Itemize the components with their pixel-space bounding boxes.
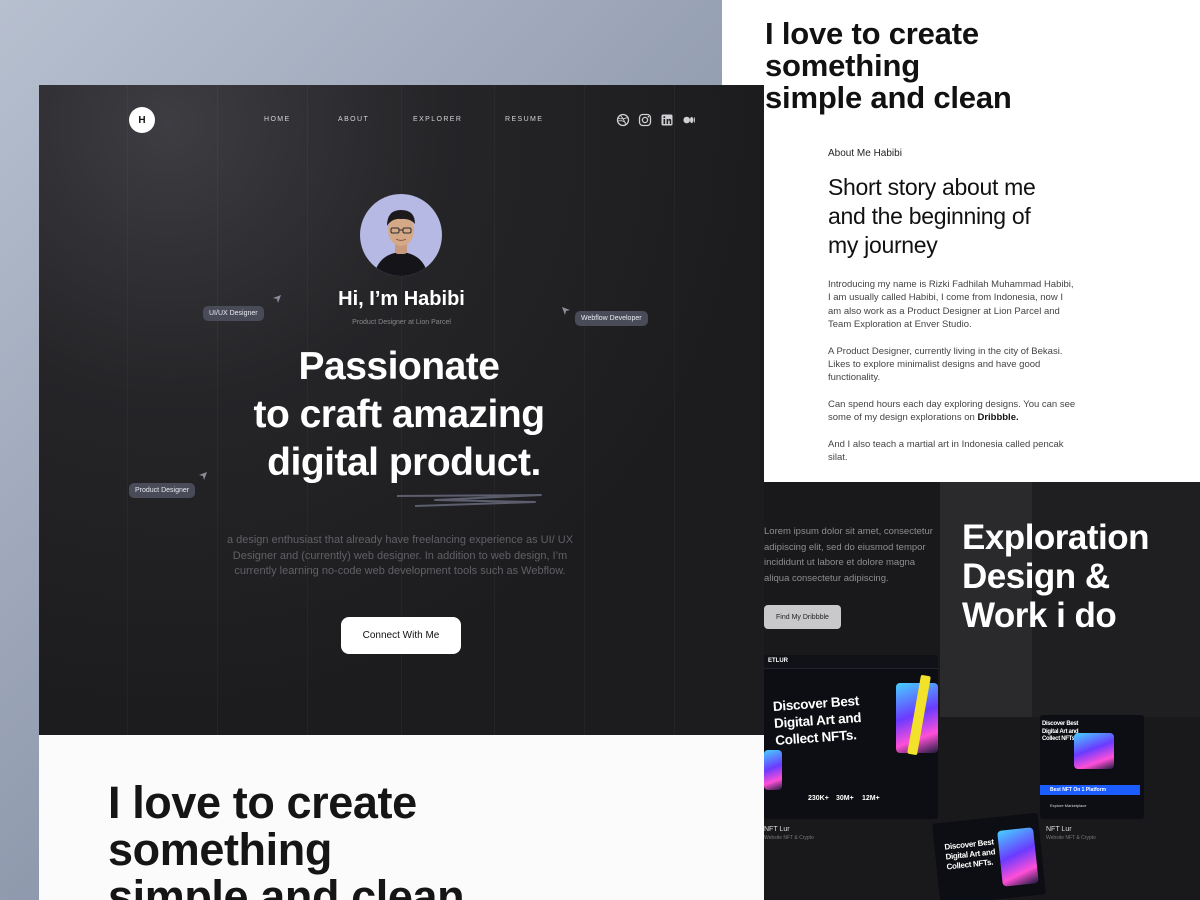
bottom-heading: I love to create something simple and cl… bbox=[108, 777, 465, 900]
about-section: About Me Habibi Short story about me and… bbox=[828, 148, 1078, 477]
find-dribbble-button[interactable]: Find My Dribbble bbox=[764, 605, 841, 629]
profile-photo bbox=[374, 210, 428, 276]
nav-explorer[interactable]: EXPLORER bbox=[413, 116, 462, 123]
about-panel-heading: I love to create something simple and cl… bbox=[765, 16, 1012, 115]
job-title: Product Designer at Lion Parcel bbox=[352, 319, 451, 326]
project-name: NFT Lur bbox=[764, 826, 790, 833]
underline-scribble bbox=[396, 494, 542, 507]
dribbble-link[interactable]: Dribbble. bbox=[977, 412, 1018, 423]
project-subtitle: Website NFT & Crypto bbox=[764, 835, 814, 841]
project-title: Discover Best Digital Art and Collect NF… bbox=[944, 837, 996, 872]
connect-with-me-button[interactable]: Connect With Me bbox=[341, 617, 461, 654]
tag-product-designer: Product Designer bbox=[129, 483, 196, 498]
linkedin-icon[interactable] bbox=[660, 113, 674, 127]
work-heading: Exploration Design & Work i do bbox=[962, 518, 1150, 635]
explore-link: Explore Marketplace bbox=[1050, 803, 1087, 808]
about-title: Short story about me and the beginning o… bbox=[828, 174, 1036, 258]
project-subtitle: Website NFT & Crypto bbox=[1046, 835, 1096, 841]
hero-card: H HOME ABOUT EXPLORER RESUME Hi, I’m Hab… bbox=[39, 85, 764, 735]
project-name: NFT Lur bbox=[1046, 826, 1072, 833]
nav-resume[interactable]: RESUME bbox=[505, 116, 543, 123]
about-paragraph-martial-art: And I also teach a martial art in Indone… bbox=[828, 438, 1064, 464]
project-title: Discover Best Digital Art and Collect NF… bbox=[772, 693, 862, 748]
instagram-icon[interactable] bbox=[638, 113, 652, 127]
about-paragraph-location: A Product Designer, currently living in … bbox=[828, 345, 1063, 384]
stat-value: 12M+ bbox=[862, 795, 880, 802]
stat-value: 30M+ bbox=[836, 795, 854, 802]
cursor-arrow-icon bbox=[273, 295, 281, 303]
bottom-section: I love to create something simple and cl… bbox=[39, 735, 764, 900]
tag-webflow-developer: Webflow Developer bbox=[575, 311, 648, 326]
about-paragraph-intro: Introducing my name is Rizki Fadhilah Mu… bbox=[828, 279, 1074, 331]
nav-about[interactable]: ABOUT bbox=[338, 116, 369, 123]
stat-value: 230K+ bbox=[808, 795, 829, 802]
profile-avatar bbox=[360, 194, 442, 276]
about-label: About Me Habibi bbox=[828, 148, 902, 159]
banner: Best NFT On 1 Platform bbox=[1040, 785, 1140, 795]
dribbble-icon[interactable] bbox=[616, 113, 630, 127]
nav-home[interactable]: HOME bbox=[264, 116, 291, 123]
project-thumbnail-nft-lur-2[interactable]: Discover Best Digital Art and Collect NF… bbox=[1040, 715, 1144, 819]
greeting: Hi, I’m Habibi bbox=[338, 288, 465, 310]
work-panel: Lorem ipsum dolor sit amet, consectetur … bbox=[764, 482, 1200, 900]
medium-icon[interactable] bbox=[682, 113, 696, 127]
tag-uiux-designer: UI/UX Designer bbox=[203, 306, 264, 321]
site-logo[interactable]: H bbox=[129, 107, 155, 133]
hero-headline: Passionate to craft amazing digital prod… bbox=[253, 345, 545, 484]
hero-description: a design enthusiast that already have fr… bbox=[226, 534, 574, 577]
cursor-arrow-icon bbox=[562, 307, 570, 315]
about-paragraph-explorations: Can spend hours each day exploring desig… bbox=[828, 398, 1076, 424]
project-thumbnail-nft-lur-3[interactable]: Discover Best Digital Art and Collect NF… bbox=[932, 812, 1046, 900]
project-thumbnail-nft-lur[interactable]: ETLUR Discover Best Digital Art and Coll… bbox=[764, 655, 938, 819]
project-logo: ETLUR bbox=[768, 658, 788, 664]
work-description: Lorem ipsum dolor sit amet, consectetur … bbox=[764, 526, 933, 584]
project-title: Discover Best Digital Art and Collect NF… bbox=[1042, 721, 1079, 742]
